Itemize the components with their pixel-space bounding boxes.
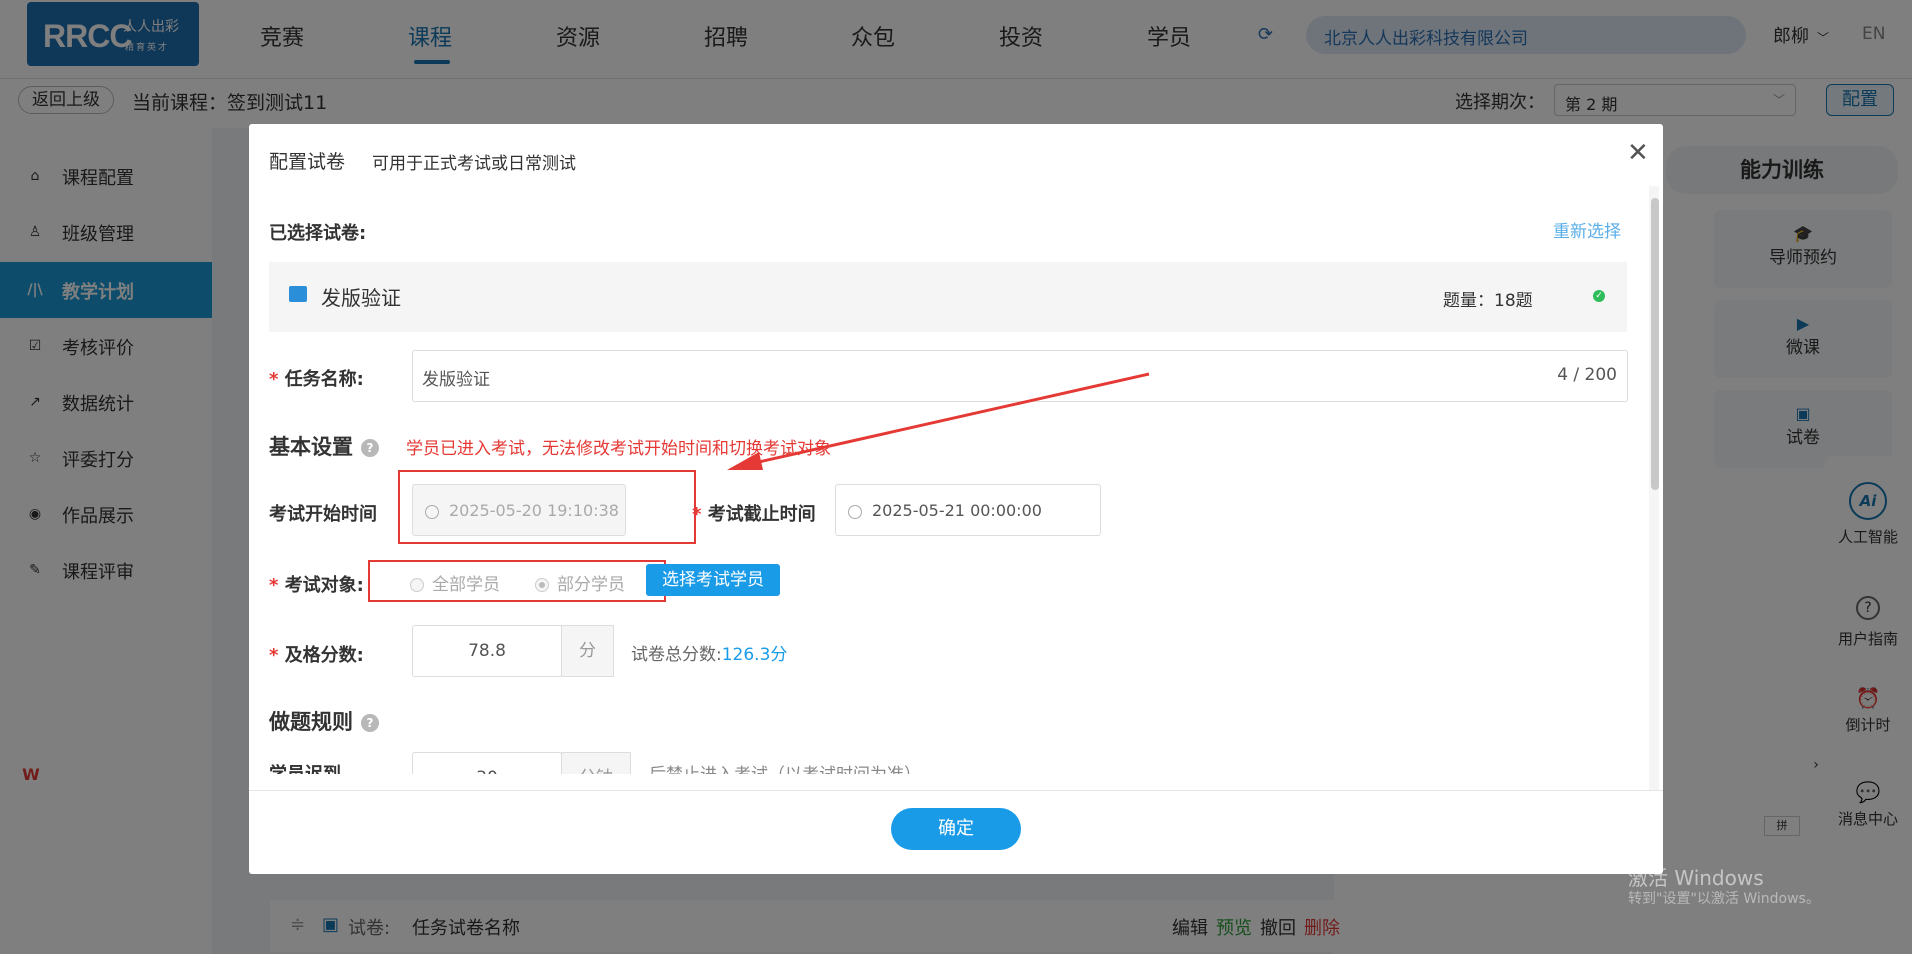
required-mark: * xyxy=(269,369,285,390)
clock-icon xyxy=(848,504,862,519)
late-label: 学员迟到 xyxy=(269,760,341,774)
modal-title: 配置试卷 xyxy=(269,151,346,173)
start-time-label: 考试开始时间 xyxy=(269,504,377,525)
selected-paper-card: 发版验证 题量：18题 ✓ xyxy=(269,262,1627,332)
reselect-link[interactable]: 重新选择 xyxy=(1553,217,1621,242)
radio-all-label: 全部学员 xyxy=(432,575,500,595)
end-time-label: * 考试截止时间 xyxy=(692,500,816,526)
scrollbar-track[interactable] xyxy=(1649,186,1659,790)
late-description: 后禁止进入考试（以考试时间为准） xyxy=(649,760,921,774)
radio-partial-students: 部分学员 xyxy=(535,570,625,595)
help-icon[interactable]: ? xyxy=(361,439,379,457)
target-label: * 考试对象: xyxy=(269,571,364,597)
required-mark: * xyxy=(269,575,285,596)
late-minutes-input[interactable]: 30 xyxy=(412,752,562,774)
late-rule-row: 学员迟到 30 分钟 后禁止进入考试（以考试时间为准） xyxy=(249,752,1649,774)
confirm-button[interactable]: 确定 xyxy=(891,808,1021,850)
arrow-annotation-icon xyxy=(727,372,1150,470)
total-score-value: 126.3分 xyxy=(721,645,788,665)
end-time-label-text: 考试截止时间 xyxy=(707,504,816,525)
windows-watermark: 激活 Windows xyxy=(1628,866,1764,890)
help-icon[interactable]: ? xyxy=(361,714,379,732)
end-time-value: 2025-05-21 00:00:00 xyxy=(872,501,1042,520)
question-count: 题量：18题 xyxy=(1443,291,1533,311)
selected-paper-label: 已选择试卷: xyxy=(269,223,367,244)
scrollbar-thumb[interactable] xyxy=(1651,198,1659,490)
task-name-label-text: 任务名称: xyxy=(284,369,364,390)
target-label-text: 考试对象: xyxy=(284,575,364,596)
radio-all-students: 全部学员 xyxy=(410,570,500,595)
windows-watermark-sub: 转到"设置"以激活 Windows。 xyxy=(1628,891,1820,907)
modal-subtitle: 可用于正式考试或日常测试 xyxy=(372,154,576,174)
select-students-button[interactable]: 选择考试学员 xyxy=(646,564,780,596)
basic-settings-text: 基本设置 xyxy=(269,435,353,459)
task-name-label: * 任务名称: xyxy=(269,365,364,391)
total-score-label: 试卷总分数: xyxy=(631,645,722,665)
required-mark: * xyxy=(692,504,708,525)
rules-heading: 做题规则? xyxy=(269,706,379,736)
end-time-input[interactable]: 2025-05-21 00:00:00 xyxy=(835,484,1101,536)
config-paper-modal: 配置试卷 可用于正式考试或日常测试 ✕ 已选择试卷: 重新选择 发版验证 题量：… xyxy=(249,124,1663,874)
book-icon xyxy=(289,286,307,302)
score-unit: 分 xyxy=(561,625,614,677)
check-circle-icon: ✓ xyxy=(1593,290,1605,302)
pass-score-label-text: 及格分数: xyxy=(284,645,364,666)
paper-name: 发版验证 xyxy=(321,286,401,310)
char-counter: 4 / 200 xyxy=(1557,365,1617,385)
close-icon[interactable]: ✕ xyxy=(1627,140,1649,166)
minutes-unit: 分钟 xyxy=(561,752,631,774)
highlight-box xyxy=(398,470,696,544)
radio-partial-label: 部分学员 xyxy=(557,575,625,595)
required-mark: * xyxy=(269,645,285,666)
task-name-value: 发版验证 xyxy=(422,370,490,390)
radio-icon xyxy=(410,578,424,592)
footer-divider xyxy=(249,790,1663,791)
pass-score-label: * 及格分数: xyxy=(269,641,364,667)
radio-icon xyxy=(535,578,549,592)
total-score: 试卷总分数:126.3分 xyxy=(631,640,787,665)
basic-settings-heading: 基本设置? xyxy=(269,431,379,461)
rules-text: 做题规则 xyxy=(269,710,353,734)
pass-score-input[interactable]: 78.8 xyxy=(412,625,562,677)
